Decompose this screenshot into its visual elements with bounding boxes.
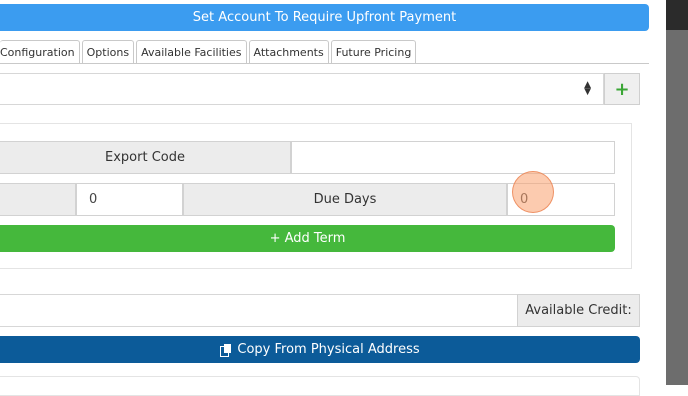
copy-from-physical-address-button[interactable]: Copy From Physical Address [0,336,640,363]
available-credit-input[interactable] [0,294,518,327]
next-section-panel [0,376,640,396]
scrollbar-top [666,0,688,30]
export-code-label: Export Code [0,141,291,174]
available-credit-label: Available Credit: [517,294,640,327]
add-term-button[interactable]: + Add Term [0,225,615,252]
tab-bar: Configuration Options Available Faciliti… [0,40,418,64]
copy-icon [220,343,232,357]
copy-button-label: Copy From Physical Address [237,342,420,357]
tab-available-facilities[interactable]: Available Facilities [136,40,247,64]
tab-divider [0,63,649,64]
tab-future-pricing[interactable]: Future Pricing [330,40,417,64]
click-indicator [512,171,554,213]
tab-options[interactable]: Options [81,40,135,64]
due-days-label: Due Days [183,183,507,216]
sort-arrows-icon: ▲ ▼ [584,80,591,97]
add-button[interactable]: + [604,73,640,105]
page-scrollbar[interactable] [666,0,688,385]
tab-attachments[interactable]: Attachments [248,40,329,64]
require-upfront-payment-button[interactable]: Set Account To Require Upfront Payment [0,4,649,31]
term-label [0,183,76,216]
tab-configuration[interactable]: Configuration [0,40,80,64]
export-code-input[interactable] [291,141,615,174]
term-value-input[interactable]: 0 [76,183,183,216]
term-select[interactable]: ▲ ▼ [0,73,604,105]
